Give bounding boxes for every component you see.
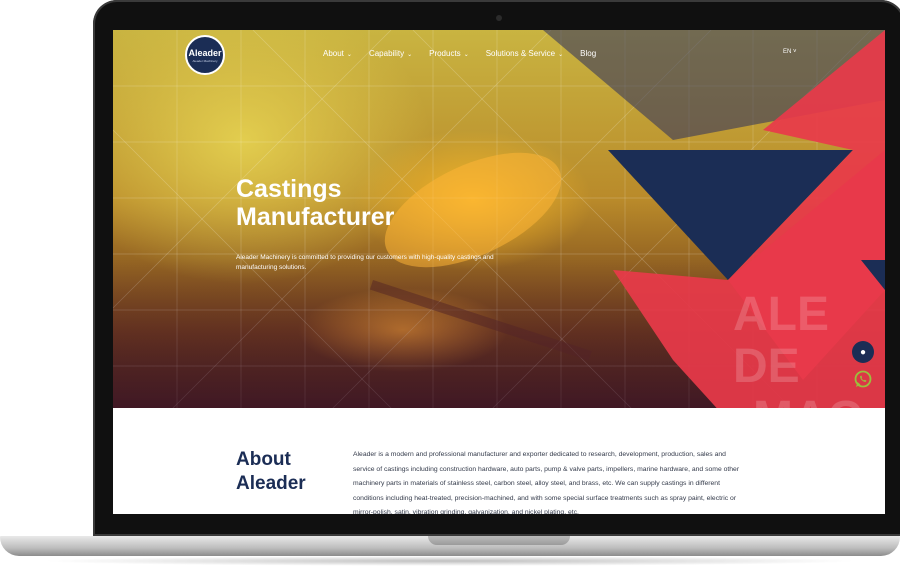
main-navigation: About ⌄ Capability ⌄ Products ⌄ Solutions &… bbox=[323, 49, 596, 58]
laptop-screen: ALE DE MAC Aleader Aleader Machinery Abo… bbox=[113, 30, 885, 514]
laptop-shadow bbox=[40, 556, 860, 566]
nav-item-about[interactable]: About ⌄ bbox=[323, 49, 352, 58]
nav-label: Blog bbox=[580, 49, 597, 58]
nav-item-capability[interactable]: Capability ⌄ bbox=[369, 49, 412, 58]
logo-wordmark: Aleader bbox=[188, 47, 222, 58]
nav-item-products[interactable]: Products ⌄ bbox=[429, 49, 469, 58]
about-title-line-1: About bbox=[236, 449, 291, 470]
site-logo[interactable]: Aleader Aleader Machinery bbox=[185, 35, 225, 75]
whatsapp-icon[interactable] bbox=[853, 369, 873, 389]
logo-tagline: Aleader Machinery bbox=[192, 58, 218, 63]
hero-title-line-1: Castings bbox=[236, 175, 342, 203]
chevron-down-icon: ⌄ bbox=[346, 52, 352, 58]
watermark-line-3: MAC bbox=[753, 392, 862, 408]
chevron-down-icon: ⌄ bbox=[407, 52, 413, 58]
hero-banner: ALE DE MAC Aleader Aleader Machinery Abo… bbox=[113, 30, 885, 408]
language-selector[interactable]: EN ˅ bbox=[783, 49, 797, 55]
hero-title-line-2: Manufacturer bbox=[236, 203, 395, 231]
laptop-mockup: ALE DE MAC Aleader Aleader Machinery Abo… bbox=[0, 0, 900, 570]
hero-title: Castings Manufacturer bbox=[236, 175, 456, 231]
about-body-text: Aleader is a modern and professional man… bbox=[353, 451, 740, 514]
nav-label: Solutions & Service bbox=[485, 49, 556, 58]
chat-bubble-icon[interactable]: ● bbox=[852, 341, 874, 363]
nav-item-blog[interactable]: Blog bbox=[580, 49, 596, 58]
laptop-notch bbox=[428, 536, 570, 545]
hero-geometric-shapes: ALE DE MAC bbox=[543, 30, 885, 408]
hero-description: Aleader Machinery is committed to provid… bbox=[236, 254, 494, 271]
nav-item-solutions-service[interactable]: Solutions & Service ⌄ bbox=[486, 49, 563, 58]
webcam bbox=[496, 15, 502, 21]
watermark-line-1: ALE bbox=[733, 288, 829, 341]
chevron-down-icon: ⌄ bbox=[558, 52, 564, 58]
about-title: About Aleader bbox=[236, 448, 326, 496]
about-title-line-2: Aleader bbox=[236, 473, 306, 494]
watermark-line-2: DE bbox=[733, 340, 800, 393]
nav-label: Products bbox=[429, 49, 461, 58]
nav-label: About bbox=[323, 49, 344, 58]
chevron-down-icon: ⌄ bbox=[463, 52, 469, 58]
nav-label: Capability bbox=[368, 49, 405, 58]
